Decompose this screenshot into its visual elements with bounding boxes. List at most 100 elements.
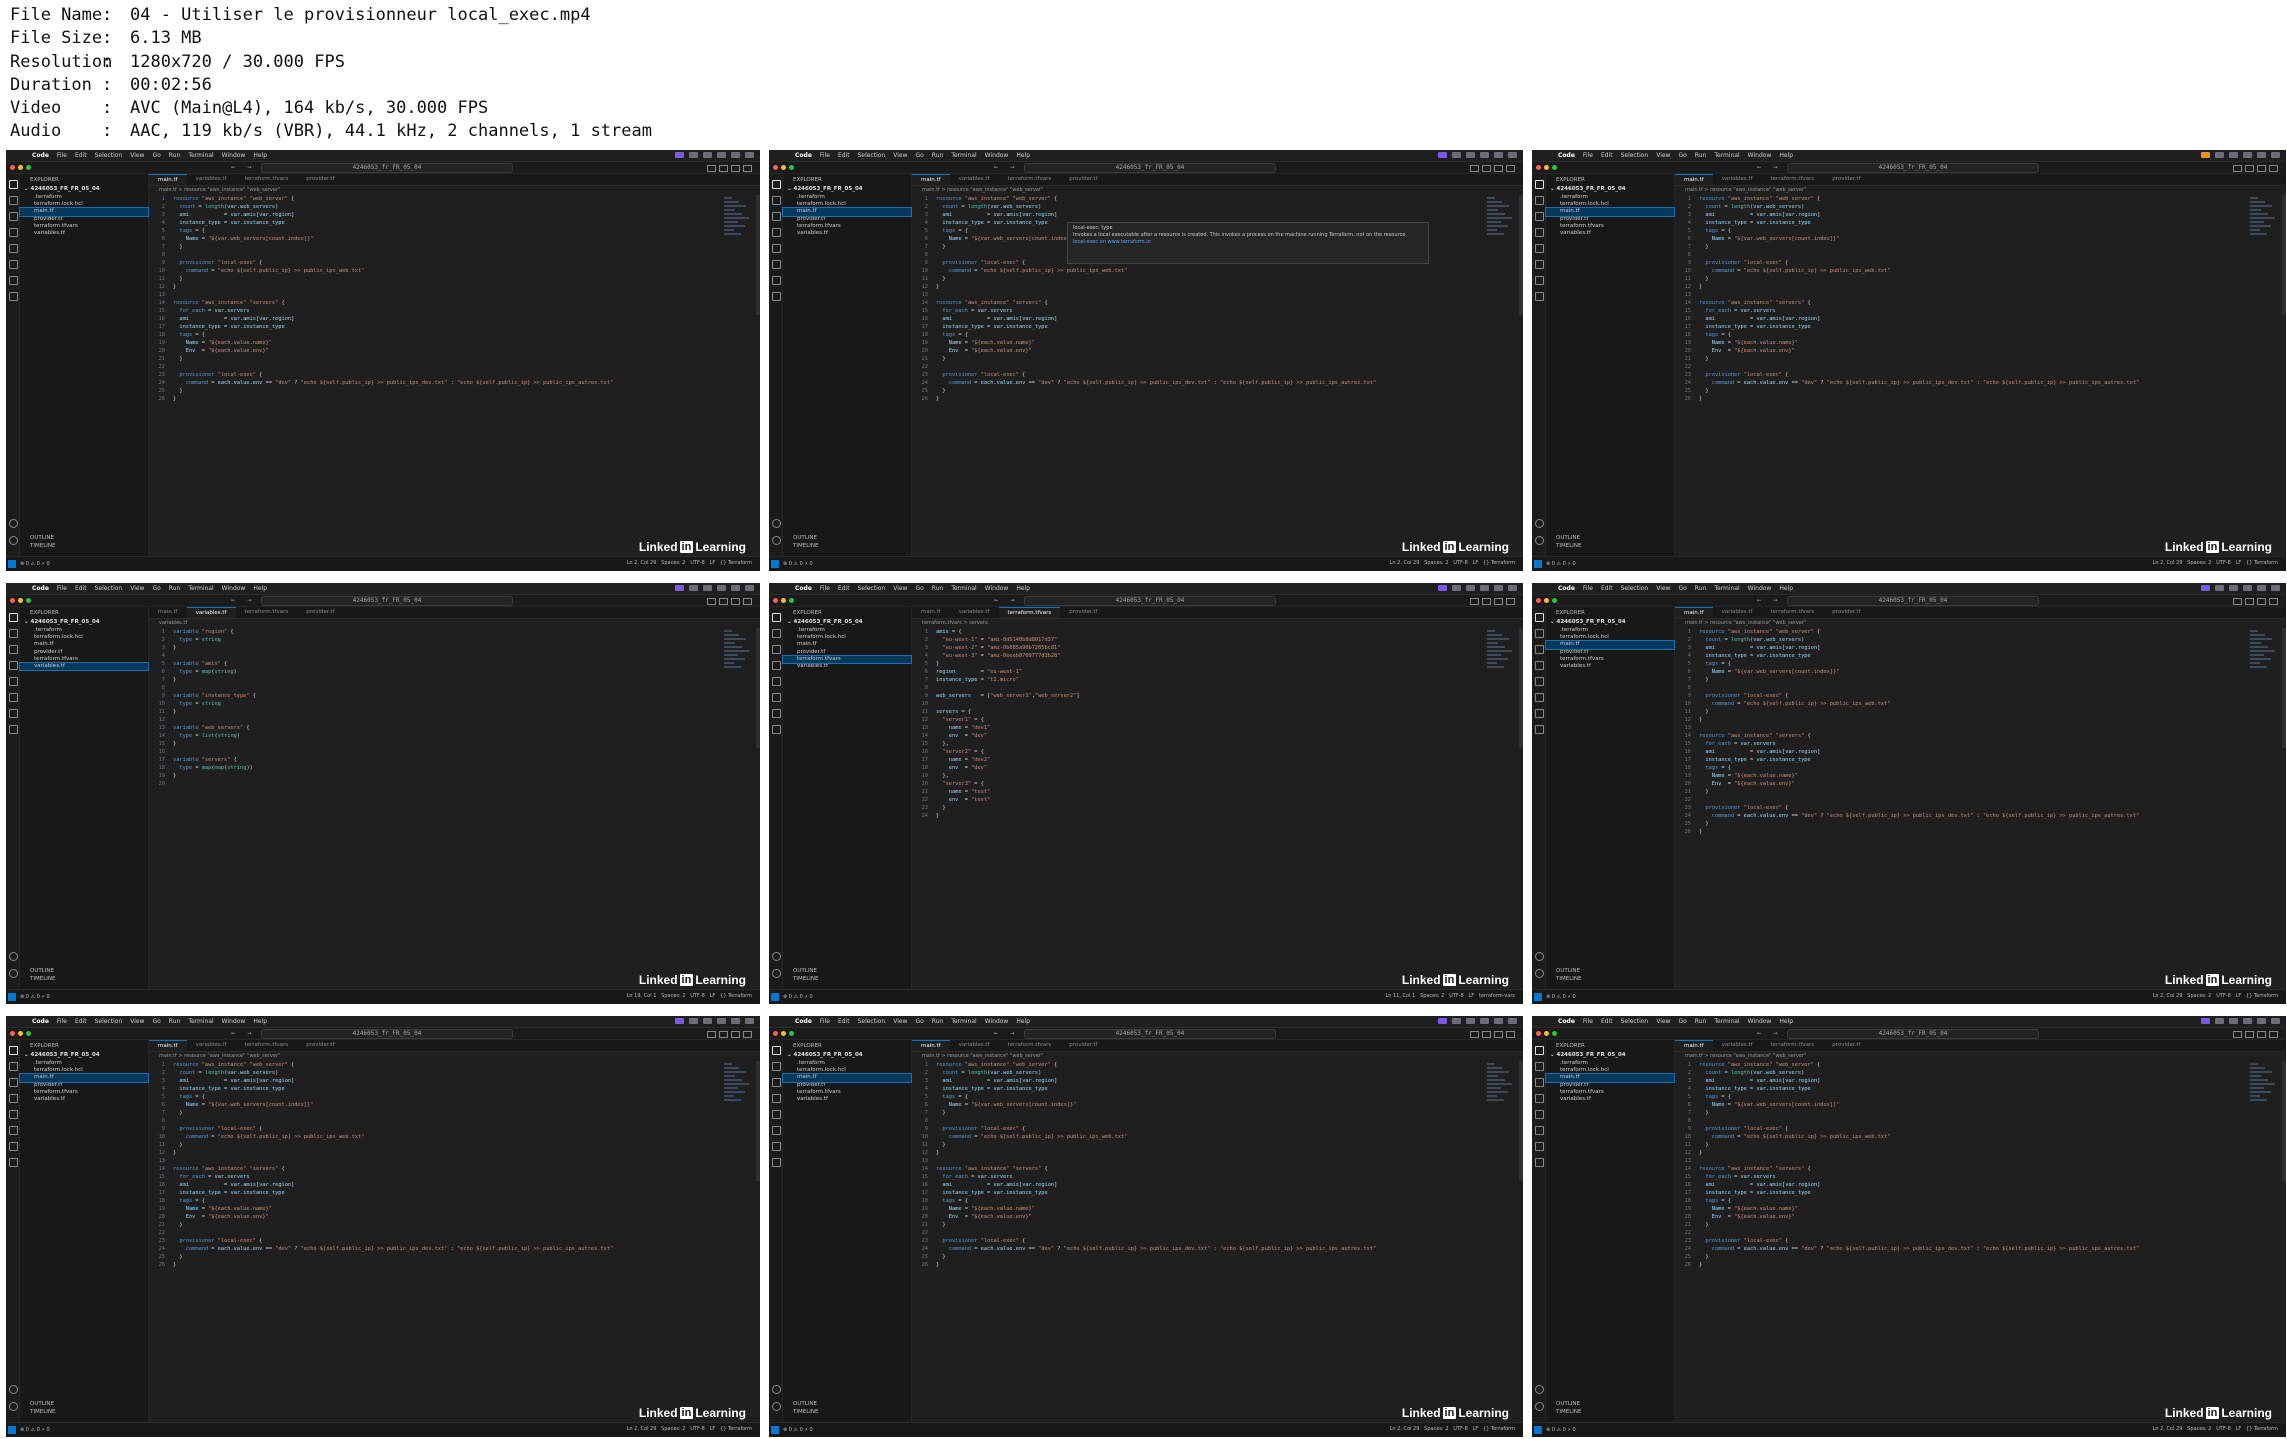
- remote-icon[interactable]: [1535, 1126, 1544, 1135]
- code-line[interactable]: 9 provisioner "local-exec" {: [1675, 259, 2286, 267]
- file-provider-tf[interactable]: provider.tf: [783, 216, 911, 223]
- breadcrumb[interactable]: main.tf > resource "aws_instance" "web_s…: [1685, 620, 1806, 626]
- layout-toggle-icon[interactable]: [2245, 165, 2254, 172]
- code-line[interactable]: 4 instance_type = var.instance_type: [1675, 652, 2286, 660]
- menu-item[interactable]: Terminal: [1714, 1016, 1739, 1027]
- code-line[interactable]: 23 provisioner "local-exec" {: [149, 371, 760, 379]
- file-terraform-tfvars[interactable]: terraform.tfvars: [1546, 223, 1674, 230]
- layout-toggle-icon[interactable]: [1506, 165, 1515, 172]
- menu-item[interactable]: Window: [1748, 150, 1772, 161]
- timeline-section[interactable]: TIMELINE: [30, 1408, 55, 1416]
- command-search-input[interactable]: 4246053_fr_FR_05_04: [1024, 163, 1276, 173]
- search-icon[interactable]: [1535, 1062, 1544, 1071]
- code-line[interactable]: 12}: [149, 1149, 760, 1157]
- status-icon[interactable]: [703, 1018, 712, 1024]
- remote-icon[interactable]: [9, 1126, 18, 1135]
- file-terraform-lock[interactable]: terraform.lock.hcl: [1546, 1067, 1674, 1074]
- status-icon[interactable]: [689, 152, 698, 158]
- menu-item[interactable]: Help: [1779, 1016, 1793, 1027]
- close-icon[interactable]: [10, 165, 15, 170]
- testing-icon[interactable]: [1535, 709, 1544, 718]
- menu-item[interactable]: Run: [932, 150, 944, 161]
- tab-provider-tf[interactable]: provider.tf: [1823, 174, 1869, 185]
- extensions-icon[interactable]: [9, 677, 18, 686]
- command-search-input[interactable]: 4246053_fr_FR_05_04: [1787, 1029, 2039, 1039]
- search-icon[interactable]: [772, 1062, 781, 1071]
- code-line[interactable]: 1 resource "aws_instance" "web_server" {: [149, 1061, 760, 1069]
- command-search-input[interactable]: 4246053_fr_FR_05_04: [261, 596, 513, 606]
- close-icon[interactable]: [10, 1031, 15, 1036]
- layout-toggle-icon[interactable]: [1494, 165, 1503, 172]
- status-icon[interactable]: [2243, 585, 2252, 591]
- hover-link[interactable]: local-exec on www.terraform.io: [1073, 239, 1423, 246]
- nav-arrows-icon[interactable]: ← →: [1757, 1029, 1782, 1037]
- code-line[interactable]: 10 command = "echo ${self.public_ip} >> …: [1675, 700, 2286, 708]
- code-line[interactable]: 19 Name = "${each.value.name}": [1675, 772, 2286, 780]
- code-line[interactable]: 2 type = string: [149, 636, 760, 644]
- run-debug-icon[interactable]: [9, 228, 18, 237]
- source-control-icon[interactable]: [772, 645, 781, 654]
- status-problems[interactable]: ⊗ 0 ⚠ 0 ⚡ 0: [1546, 1427, 1576, 1433]
- code-line[interactable]: 20 "server3" = {: [912, 780, 1523, 788]
- source-control-icon[interactable]: [1535, 1078, 1544, 1087]
- code-line[interactable]: 11 }: [912, 275, 1523, 283]
- tab-variables-tf[interactable]: variables.tf: [187, 1040, 236, 1051]
- remote-icon[interactable]: [1535, 260, 1544, 269]
- file-main-tf[interactable]: main.tf: [1545, 1073, 1675, 1083]
- file-variables-tf[interactable]: variables.tf: [783, 230, 911, 237]
- code-line[interactable]: 20 Env = "${each.value.env}": [912, 347, 1523, 355]
- gear-icon[interactable]: [772, 1402, 781, 1411]
- command-search-input[interactable]: 4246053_fr_FR_05_04: [1787, 163, 2039, 173]
- code-line[interactable]: 21 }: [1675, 788, 2286, 796]
- code-line[interactable]: 18 tags = {: [149, 1197, 760, 1205]
- explorer-icon[interactable]: [9, 613, 18, 622]
- code-line[interactable]: 16 ami = var.amis[var.region]: [149, 1181, 760, 1189]
- terraform-icon[interactable]: [9, 292, 18, 301]
- code-line[interactable]: 20 Env = "${each.value.env}": [912, 1213, 1523, 1221]
- remote-icon[interactable]: [772, 693, 781, 702]
- code-line[interactable]: 1 resource "aws_instance" "web_server" {: [912, 195, 1523, 203]
- editor-scrollbar[interactable]: [756, 628, 760, 748]
- editor-scrollbar[interactable]: [1519, 628, 1523, 748]
- layout-toggle-icon[interactable]: [743, 1031, 752, 1038]
- status-icon[interactable]: [689, 1018, 698, 1024]
- tab-provider-tf[interactable]: provider.tf: [297, 174, 343, 185]
- code-line[interactable]: 3 "eu-west-2" = "ami-0b085a90b7205bc81": [912, 644, 1523, 652]
- remote-indicator-icon[interactable]: [771, 560, 779, 568]
- menu-item[interactable]: Selection: [858, 583, 886, 594]
- menu-item[interactable]: Help: [1779, 583, 1793, 594]
- file-provider-tf[interactable]: provider.tf: [20, 649, 148, 656]
- code-line[interactable]: 18 tags = {: [149, 331, 760, 339]
- status-icon[interactable]: [2271, 1018, 2280, 1024]
- terraform-icon[interactable]: [1535, 725, 1544, 734]
- code-line[interactable]: 3 ami = var.amis[var.region]: [912, 1077, 1523, 1085]
- file-terraform-lock[interactable]: terraform.lock.hcl: [1546, 201, 1674, 208]
- explorer-icon[interactable]: [9, 180, 18, 189]
- outline-section[interactable]: OUTLINE: [793, 967, 818, 975]
- status-icon[interactable]: [2271, 152, 2280, 158]
- minimize-icon[interactable]: [1544, 598, 1549, 603]
- code-line[interactable]: 19 Name = "${each.value.name}": [149, 339, 760, 347]
- code-line[interactable]: 20 Env = "${each.value.env}": [1675, 347, 2286, 355]
- status-icon[interactable]: [1452, 152, 1461, 158]
- terraform-icon[interactable]: [772, 1158, 781, 1167]
- command-search-input[interactable]: 4246053_fr_FR_05_04: [1787, 596, 2039, 606]
- code-line[interactable]: 24}: [912, 812, 1523, 820]
- code-line[interactable]: 18 tags = {: [912, 1197, 1523, 1205]
- code-line[interactable]: 9 provisioner "local-exec" {: [149, 259, 760, 267]
- menu-item[interactable]: Selection: [95, 150, 123, 161]
- status-icon[interactable]: [1466, 1018, 1475, 1024]
- run-debug-icon[interactable]: [772, 1094, 781, 1103]
- tab-terraform-tfvars[interactable]: terraform.tfvars: [998, 607, 1061, 618]
- menu-item[interactable]: Code: [1558, 1016, 1575, 1027]
- menu-item[interactable]: File: [57, 150, 67, 161]
- code-line[interactable]: 14 resource "aws_instance" "servers" {: [1675, 299, 2286, 307]
- status-icon[interactable]: [2257, 585, 2266, 591]
- gear-icon[interactable]: [1535, 969, 1544, 978]
- code-line[interactable]: 2 count = length(var.web_servers): [1675, 636, 2286, 644]
- code-line[interactable]: 13: [912, 1157, 1523, 1165]
- menu-item[interactable]: Window: [222, 1016, 246, 1027]
- code-line[interactable]: 26}: [912, 395, 1523, 403]
- code-line[interactable]: 5 tags = {: [149, 1093, 760, 1101]
- file-terraform-lock[interactable]: terraform.lock.hcl: [20, 201, 148, 208]
